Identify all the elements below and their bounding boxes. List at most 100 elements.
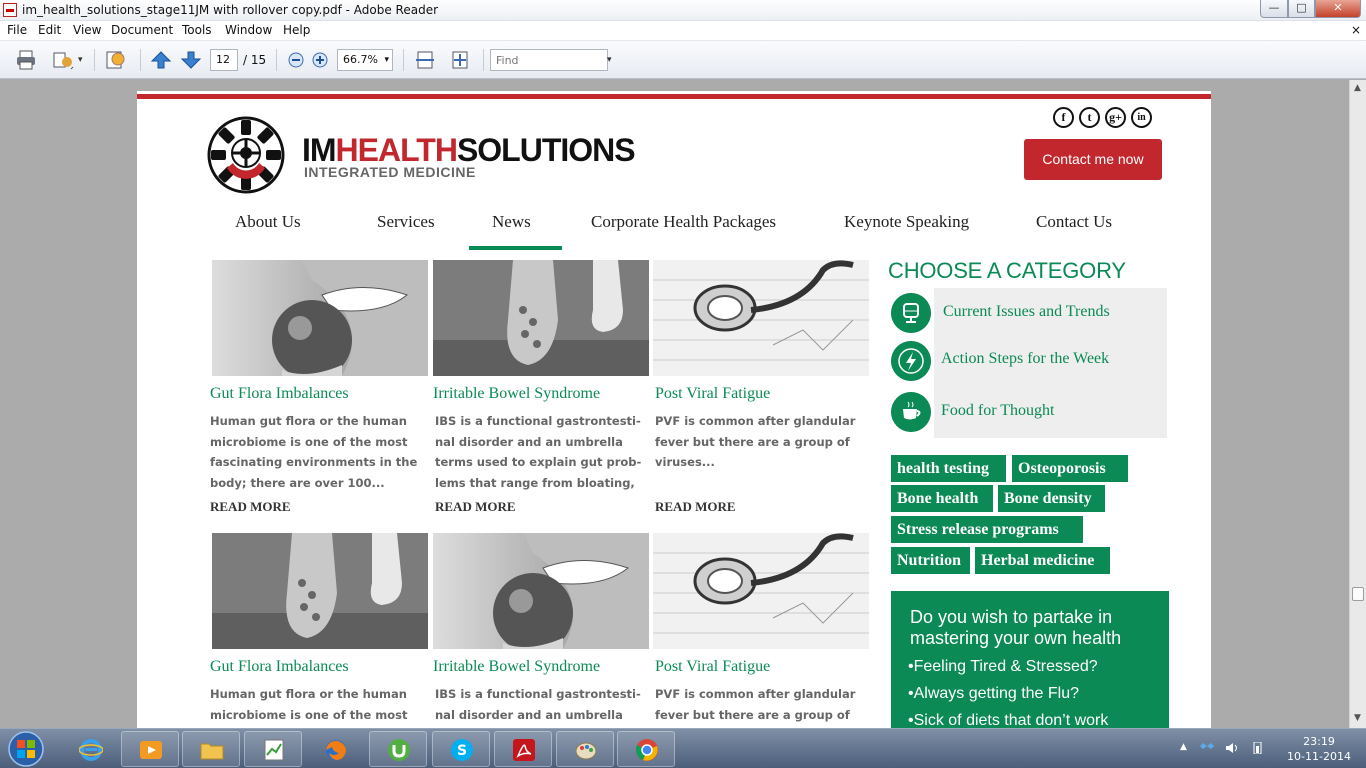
category-current-issues[interactable]: Current Issues and Trends xyxy=(943,303,1110,321)
card-title[interactable]: Post Viral Fatigue xyxy=(655,658,770,676)
category-action-steps[interactable]: Action Steps for the Week xyxy=(941,350,1109,368)
facebook-icon[interactable]: f xyxy=(1053,107,1074,128)
find-dropdown-icon[interactable]: ▾ xyxy=(607,55,612,65)
read-more-link[interactable]: READ MORE xyxy=(655,499,736,515)
menu-edit[interactable]: Edit xyxy=(38,23,61,37)
tag-health-testing[interactable]: health testing xyxy=(891,455,1006,482)
clock-time: 23:19 xyxy=(1303,735,1335,748)
previous-page-icon[interactable] xyxy=(150,49,172,71)
paint-taskbar-button[interactable] xyxy=(556,731,614,767)
nav-keynote-speaking[interactable]: Keynote Speaking xyxy=(844,212,969,232)
firefox-taskbar-button[interactable] xyxy=(306,731,364,767)
card-excerpt: Human gut flora or the human microbiome … xyxy=(210,687,408,722)
notepad-chart-taskbar-button[interactable] xyxy=(244,731,302,767)
minimize-button[interactable]: — xyxy=(1260,0,1288,18)
nav-corporate-health-packages[interactable]: Corporate Health Packages xyxy=(591,212,776,232)
media-player-taskbar-button[interactable] xyxy=(121,731,179,767)
promo-title: Do you wish to partake in mastering your… xyxy=(910,607,1122,648)
active-nav-underline xyxy=(469,246,562,250)
card-title[interactable]: Gut Flora Imbalances xyxy=(210,385,349,403)
show-hidden-icons-icon[interactable]: ▲ xyxy=(1180,742,1187,752)
tag-stress-release-programs[interactable]: Stress release programs xyxy=(891,516,1083,543)
zoom-out-icon[interactable] xyxy=(285,49,307,71)
skype-taskbar-button[interactable]: S xyxy=(432,731,490,767)
zoom-in-icon[interactable] xyxy=(309,49,331,71)
dropbox-icon[interactable] xyxy=(1200,742,1214,754)
menu-document[interactable]: Document xyxy=(111,23,173,37)
logo-health: HEALTH xyxy=(335,132,458,168)
tag-nutrition[interactable]: Nutrition xyxy=(891,547,970,574)
next-page-icon[interactable] xyxy=(180,49,202,71)
coffee-cup-icon xyxy=(891,392,931,432)
card-title[interactable]: Gut Flora Imbalances xyxy=(210,658,349,676)
nav-news[interactable]: News xyxy=(492,212,531,232)
running-shoes-photo[interactable] xyxy=(212,533,428,649)
logo-solutions: SOLUTIONS xyxy=(456,132,636,168)
scroll-down-icon[interactable]: ▼ xyxy=(1354,713,1361,723)
chrome-icon xyxy=(635,739,658,761)
card-title[interactable]: Irritable Bowel Syndrome xyxy=(433,658,600,676)
tag-bone-density[interactable]: Bone density xyxy=(998,485,1105,512)
nav-contact-us[interactable]: Contact Us xyxy=(1036,212,1112,232)
svg-text:S: S xyxy=(457,743,467,759)
document-viewport[interactable]: IMHEALTHSOLUTIONS INTEGRATED MEDICINE f … xyxy=(0,80,1349,728)
share-icon[interactable] xyxy=(52,49,74,71)
card-excerpt: Human gut flora or the human microbiome … xyxy=(210,414,418,490)
toolbar-separator xyxy=(483,49,484,71)
close-button[interactable]: ✕ xyxy=(1315,0,1361,18)
toolbar-separator xyxy=(94,49,95,71)
window-title: im_health_solutions_stage11JM with rollo… xyxy=(22,3,439,17)
utorrent-taskbar-button[interactable] xyxy=(369,731,427,767)
stethoscope-photo[interactable] xyxy=(653,533,869,649)
close-document-button[interactable]: × xyxy=(1351,23,1361,37)
logo-wordmark: IMHEALTHSOLUTIONS xyxy=(302,132,636,168)
nav-services[interactable]: Services xyxy=(377,212,435,232)
running-shoes-photo[interactable] xyxy=(433,260,649,376)
apple-bite-photo[interactable] xyxy=(212,260,428,376)
category-food-for-thought[interactable]: Food for Thought xyxy=(941,402,1054,420)
scroll-up-icon[interactable]: ▲ xyxy=(1354,83,1361,93)
tag-herbal-medicine[interactable]: Herbal medicine xyxy=(975,547,1110,574)
menu-tools[interactable]: Tools xyxy=(182,23,212,37)
zoom-level-value: 66.7% xyxy=(343,53,378,66)
read-more-link[interactable]: READ MORE xyxy=(435,499,516,515)
scrollbar-thumb[interactable] xyxy=(1352,587,1364,601)
menu-file[interactable]: File xyxy=(7,23,27,37)
google-plus-icon[interactable]: g+ xyxy=(1105,107,1126,128)
linkedin-icon[interactable]: in xyxy=(1131,107,1152,128)
zoom-level-select[interactable]: 66.7% ▾ xyxy=(337,49,393,71)
find-input[interactable] xyxy=(490,49,608,71)
contact-me-button[interactable]: Contact me now xyxy=(1024,139,1162,180)
internet-explorer-taskbar-button[interactable] xyxy=(61,731,119,767)
share-dropdown-icon[interactable]: ▾ xyxy=(78,55,83,65)
menu-view[interactable]: View xyxy=(73,23,101,37)
file-explorer-taskbar-button[interactable] xyxy=(182,731,240,767)
maximize-button[interactable]: □ xyxy=(1288,0,1315,18)
menu-window[interactable]: Window xyxy=(225,23,272,37)
print-icon[interactable] xyxy=(15,49,37,71)
promo-bullet: •Always getting the Flu? xyxy=(908,685,1080,702)
card-title[interactable]: Post Viral Fatigue xyxy=(655,385,770,403)
apple-bite-photo[interactable] xyxy=(433,533,649,649)
stethoscope-photo[interactable] xyxy=(653,260,869,376)
adobe-reader-taskbar-button[interactable] xyxy=(494,731,552,767)
page-edit-icon[interactable] xyxy=(104,49,126,71)
top-red-rule xyxy=(137,94,1211,99)
read-more-link[interactable]: READ MORE xyxy=(210,499,291,515)
volume-icon[interactable] xyxy=(1225,742,1239,754)
tag-osteoporosis[interactable]: Osteoporosis xyxy=(1012,455,1128,482)
vertical-scrollbar[interactable]: ▲ ▼ xyxy=(1349,80,1366,728)
tag-bone-health[interactable]: Bone health xyxy=(891,485,993,512)
battery-icon[interactable] xyxy=(1251,742,1265,754)
chrome-taskbar-button[interactable] xyxy=(617,731,675,767)
page-number-input[interactable]: 12 xyxy=(210,49,238,71)
fit-page-icon[interactable] xyxy=(449,49,471,71)
tray-clock[interactable]: 23:19 10-11-2014 xyxy=(1284,734,1354,764)
nav-about-us[interactable]: About Us xyxy=(235,212,301,232)
card-title[interactable]: Irritable Bowel Syndrome xyxy=(433,385,600,403)
menu-help[interactable]: Help xyxy=(283,23,310,37)
twitter-icon[interactable]: t xyxy=(1079,107,1100,128)
fit-width-icon[interactable] xyxy=(414,49,436,71)
start-button-icon[interactable] xyxy=(2,730,50,768)
toolbar-separator xyxy=(276,49,277,71)
